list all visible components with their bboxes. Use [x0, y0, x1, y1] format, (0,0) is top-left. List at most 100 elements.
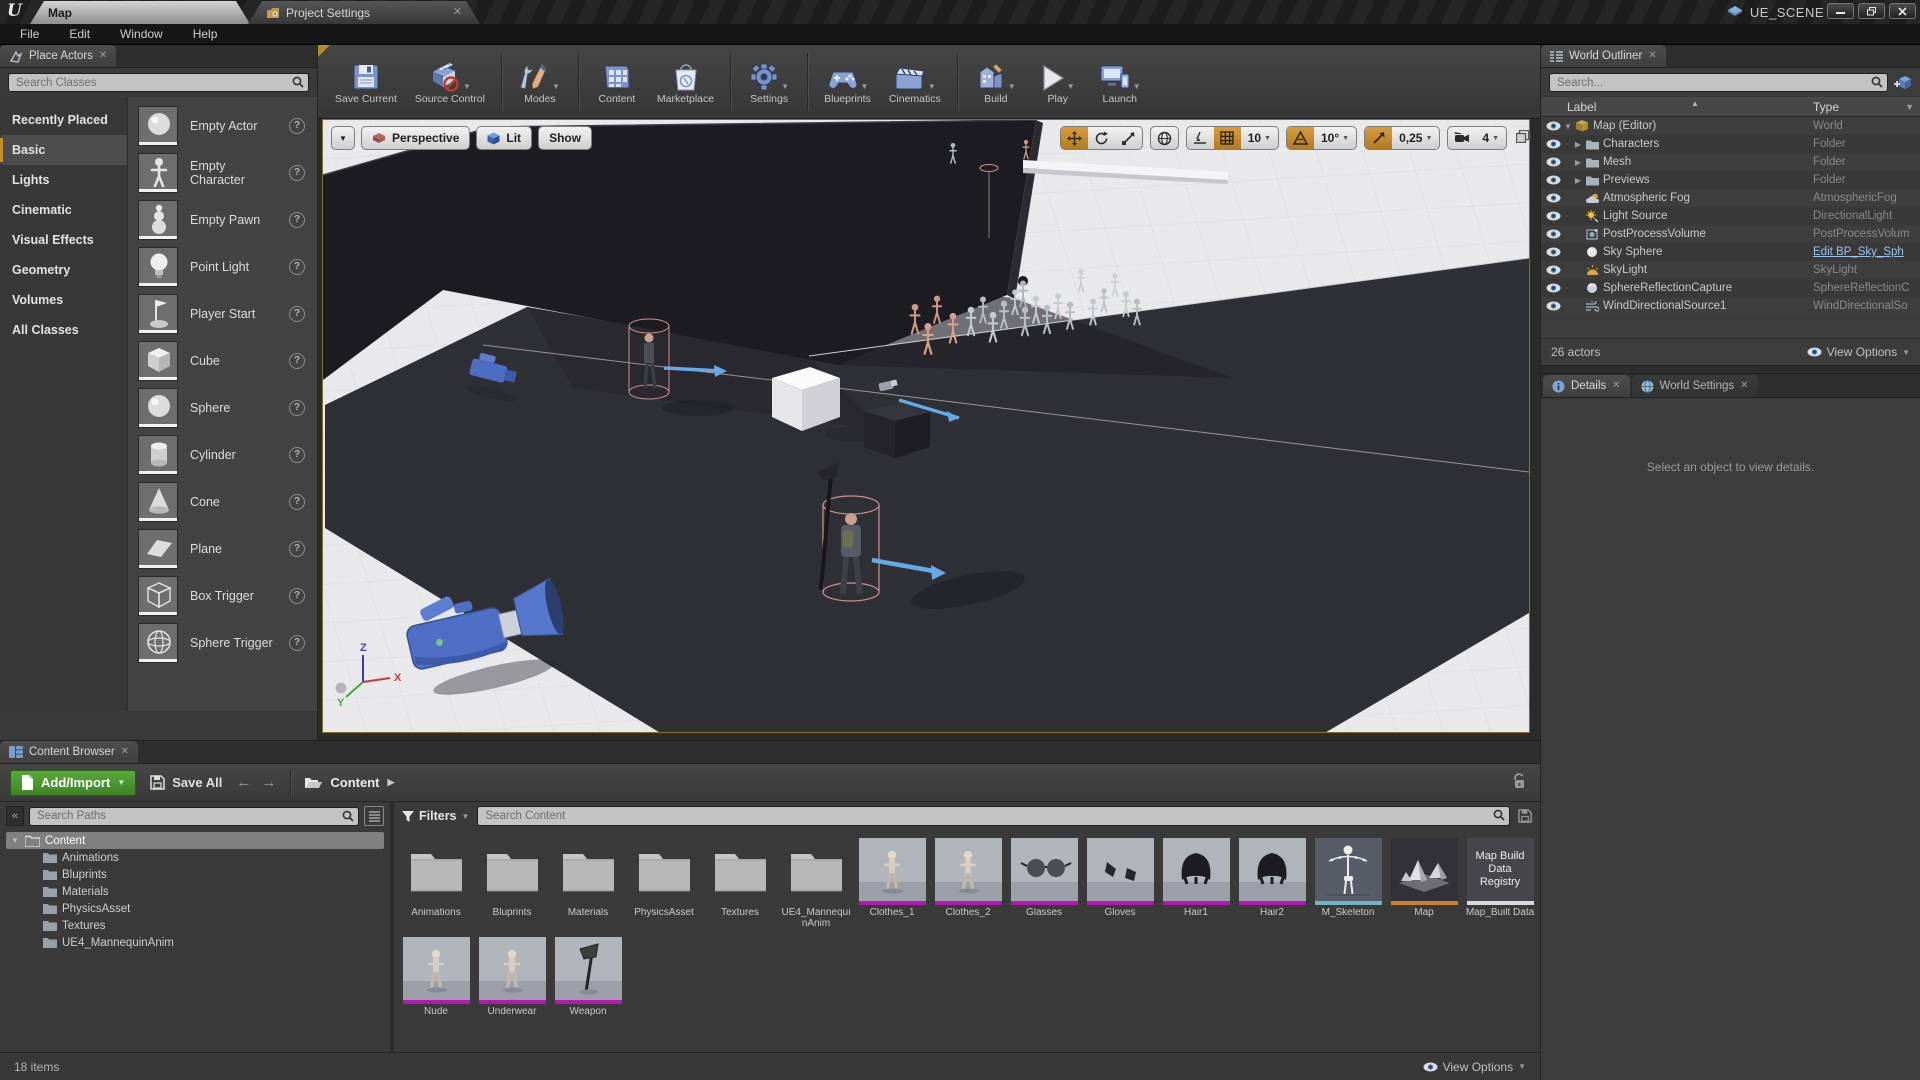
place-item-plane[interactable]: Plane?	[128, 525, 317, 572]
outliner-view-options[interactable]: View Options ▼	[1807, 345, 1910, 359]
modes-button[interactable]: ▼Modes	[509, 54, 571, 109]
outliner-column-header[interactable]: Label ▲ Type ▼	[1541, 97, 1920, 117]
close-button[interactable]	[1889, 3, 1916, 19]
save-all-button[interactable]: Save All	[150, 775, 222, 790]
visibility-eye-icon[interactable]	[1546, 157, 1562, 167]
category-cinematic[interactable]: Cinematic	[0, 195, 127, 225]
asset-gloves[interactable]: Gloves	[1085, 838, 1155, 937]
help-icon[interactable]: ?	[289, 588, 305, 604]
category-recently-placed[interactable]: Recently Placed	[0, 105, 127, 135]
blueprints-button[interactable]: ▼Blueprints	[815, 54, 880, 109]
camera-speed-button[interactable]	[1448, 127, 1475, 149]
asset-m-skeleton[interactable]: M_Skeleton	[1313, 838, 1383, 937]
menu-window[interactable]: Window	[120, 27, 163, 41]
help-icon[interactable]: ?	[289, 306, 305, 322]
place-item-point-light[interactable]: Point Light?	[128, 243, 317, 290]
asset-map[interactable]: Map	[1389, 838, 1459, 937]
folder-textures[interactable]: Textures	[6, 917, 384, 934]
minimize-button[interactable]	[1827, 3, 1854, 19]
visibility-eye-icon[interactable]	[1546, 121, 1562, 131]
viewport[interactable]: Z X Y ▼ Perspective Lit Show	[322, 119, 1530, 733]
asset-nude[interactable]: Nude	[401, 937, 471, 1036]
build-button[interactable]: ▼Build	[965, 54, 1027, 109]
place-item-sphere[interactable]: Sphere?	[128, 384, 317, 431]
add-import-button[interactable]: Add/Import ▼	[10, 770, 136, 796]
panel-splitter[interactable]	[1541, 365, 1920, 374]
menu-file[interactable]: File	[20, 27, 39, 41]
column-label[interactable]: Label	[1541, 100, 1596, 114]
tab-map[interactable]: Map	[30, 1, 250, 24]
help-icon[interactable]: ?	[289, 259, 305, 275]
expander-icon[interactable]: ▼	[10, 836, 20, 845]
close-icon[interactable]: ✕	[121, 747, 129, 757]
asset-clothes-2[interactable]: Clothes_2	[933, 838, 1003, 937]
help-icon[interactable]: ?	[289, 212, 305, 228]
tab-content-browser[interactable]: Content Browser ✕	[0, 741, 138, 763]
maximize-viewport-button[interactable]	[1516, 130, 1529, 143]
folder-physicsasset[interactable]: PhysicsAsset	[6, 900, 384, 917]
source-control-button[interactable]: ▼Source Control	[406, 54, 494, 109]
show-button[interactable]: Show	[538, 126, 592, 150]
help-icon[interactable]: ?	[289, 400, 305, 416]
help-icon[interactable]: ?	[289, 494, 305, 510]
save-current-button[interactable]: Save Current	[326, 54, 406, 109]
camera-speed-value[interactable]: 4▼	[1475, 127, 1506, 149]
visibility-eye-icon[interactable]	[1546, 283, 1562, 293]
outliner-row-skylight[interactable]: SkyLightSkyLight	[1541, 261, 1920, 279]
tab-world-settings[interactable]: World Settings✕	[1632, 375, 1758, 397]
asset-glasses[interactable]: Glasses	[1009, 838, 1079, 937]
place-item-player-start[interactable]: Player Start?	[128, 290, 317, 337]
category-all-classes[interactable]: All Classes	[0, 315, 127, 345]
grid-snap-value[interactable]: 10▼	[1241, 127, 1278, 149]
help-icon[interactable]: ?	[289, 118, 305, 134]
breadcrumb-label[interactable]: Content	[330, 775, 379, 790]
back-arrow-icon[interactable]: ←	[236, 774, 251, 791]
outliner-row-map-editor[interactable]: ▼Map (Editor)World	[1541, 117, 1920, 135]
scale-snap-value[interactable]: 0,25▼	[1392, 127, 1439, 149]
visibility-eye-icon[interactable]	[1546, 301, 1562, 311]
asset-animations[interactable]: Animations	[401, 838, 471, 937]
expander-icon[interactable]: ▼	[1562, 122, 1574, 131]
lock-icon[interactable]	[1512, 773, 1526, 790]
category-volumes[interactable]: Volumes	[0, 285, 127, 315]
outliner-row-winddirectionalsource1[interactable]: WindDirectionalSource1WindDirectionalSo	[1541, 297, 1920, 315]
menu-help[interactable]: Help	[193, 27, 218, 41]
help-icon[interactable]: ?	[289, 353, 305, 369]
filters-button[interactable]: Filters ▼	[402, 809, 469, 823]
asset-textures[interactable]: Textures	[705, 838, 775, 937]
asset-hair1[interactable]: Hair1	[1161, 838, 1231, 937]
place-item-box-trigger[interactable]: Box Trigger?	[128, 572, 317, 619]
translate-tool-button[interactable]	[1061, 127, 1088, 149]
folder-materials[interactable]: Materials	[6, 883, 384, 900]
outliner-row-light-source[interactable]: Light SourceDirectionalLight	[1541, 207, 1920, 225]
category-basic[interactable]: Basic	[0, 135, 127, 165]
sources-view-button[interactable]	[364, 806, 384, 826]
close-icon[interactable]: ✕	[1612, 381, 1620, 391]
folder-content[interactable]: ▼Content	[6, 832, 384, 849]
tab-project-settings[interactable]: Project Settings ✕	[248, 1, 480, 24]
edit-blueprint-link[interactable]: Edit BP_Sky_Sph	[1813, 246, 1918, 258]
tab-details[interactable]: Details✕	[1543, 375, 1630, 397]
close-icon[interactable]: ✕	[453, 7, 462, 18]
place-item-empty-pawn[interactable]: Empty Pawn?	[128, 196, 317, 243]
asset-bluprints[interactable]: Bluprints	[477, 838, 547, 937]
asset-ue4-mannequinanim[interactable]: UE4_MannequinAnim	[781, 838, 851, 937]
play-button[interactable]: ▼Play	[1027, 54, 1089, 109]
rotation-snap-value[interactable]: 10°▼	[1314, 127, 1356, 149]
content-view-options[interactable]: View Options ▼	[1423, 1060, 1526, 1074]
launch-button[interactable]: ▼Launch	[1089, 54, 1151, 109]
asset-map-built-data[interactable]: Map Build Data RegistryMap_Built Data	[1465, 838, 1535, 937]
search-classes-input[interactable]	[8, 73, 309, 92]
rotation-snap-toggle[interactable]	[1287, 127, 1314, 149]
add-actor-icon[interactable]	[1894, 75, 1912, 90]
outliner-row-atmospheric-fog[interactable]: Atmospheric FogAtmosphericFog	[1541, 189, 1920, 207]
close-icon[interactable]: ✕	[99, 51, 107, 61]
help-icon[interactable]: ?	[289, 635, 305, 651]
expander-icon[interactable]: ▶	[1572, 176, 1584, 185]
tab-world-outliner[interactable]: World Outliner ✕	[1541, 45, 1666, 67]
forward-arrow-icon[interactable]: →	[261, 774, 276, 791]
close-icon[interactable]: ✕	[1648, 51, 1656, 61]
type-filter-icon[interactable]: ▼	[1905, 102, 1914, 112]
asset-weapon[interactable]: Weapon	[553, 937, 623, 1036]
search-paths-input[interactable]	[29, 807, 359, 826]
